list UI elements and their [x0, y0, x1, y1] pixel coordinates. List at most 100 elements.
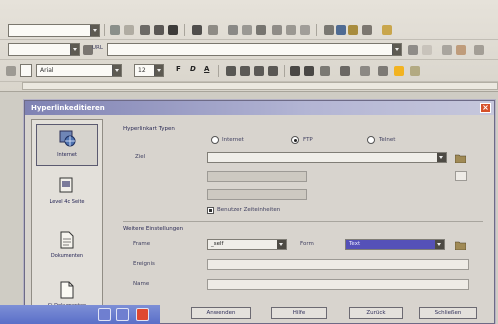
ruler[interactable]	[22, 82, 498, 90]
back-button[interactable]: Zurück	[349, 307, 403, 319]
floppy-icon[interactable]	[168, 25, 178, 35]
chevron-down-icon[interactable]	[277, 240, 286, 249]
new-document-icon	[60, 281, 74, 299]
apply-button[interactable]: Anwenden	[191, 307, 251, 319]
chevron-down-icon[interactable]	[392, 44, 401, 55]
folder-icon[interactable]	[382, 25, 392, 35]
further-settings-group-title: Weitere Einstellungen	[123, 226, 184, 232]
url-combo[interactable]	[107, 43, 402, 56]
print-icon[interactable]	[192, 25, 202, 35]
sidebar-item-label: Dokumenten	[50, 253, 84, 259]
background-color-icon[interactable]	[410, 66, 420, 76]
dialog-title: Hyperlinkeditieren	[31, 104, 105, 112]
numbering-icon[interactable]	[290, 66, 300, 76]
radio-ftp[interactable]	[291, 136, 299, 144]
pencil-icon[interactable]	[442, 45, 452, 55]
events-icon[interactable]	[455, 240, 466, 250]
chevron-down-icon[interactable]	[90, 25, 99, 36]
document-icon	[60, 231, 74, 249]
styles-icon[interactable]	[6, 66, 16, 76]
italic-button[interactable]: D	[190, 65, 196, 73]
outdent-icon[interactable]	[340, 66, 350, 76]
radio-telnet[interactable]	[367, 136, 375, 144]
minimize-icon[interactable]	[98, 308, 111, 321]
draw-icon[interactable]	[362, 25, 372, 35]
sidebar-item-label: Level 4c Seite	[49, 199, 85, 205]
refresh-icon[interactable]	[408, 45, 418, 55]
chevron-down-icon[interactable]	[435, 240, 444, 249]
chevron-down-icon[interactable]	[437, 153, 446, 162]
side-button[interactable]	[455, 171, 467, 181]
category-sidebar: Internet Level 4c Seite Dokumenten Ci Do…	[31, 119, 103, 324]
insert-object-icon[interactable]	[336, 25, 346, 35]
maximize-icon[interactable]	[116, 308, 129, 321]
chart-icon[interactable]	[348, 25, 358, 35]
underline-button[interactable]: A	[204, 65, 209, 73]
chevron-down-icon[interactable]	[154, 65, 163, 76]
hyperlink-dialog: Hyperlinkeditieren × Internet Level 4c S…	[24, 100, 495, 324]
stop-icon[interactable]	[422, 45, 432, 55]
sidebar-item-mail[interactable]: Level 4c Seite	[36, 172, 98, 214]
frame-label: Frame	[133, 241, 151, 247]
undo-icon[interactable]	[286, 25, 296, 35]
text-color-icon[interactable]	[378, 66, 388, 76]
cut-icon[interactable]	[228, 25, 238, 35]
name-label: Name	[133, 281, 150, 287]
copy-icon[interactable]	[242, 25, 252, 35]
align-right-icon[interactable]	[254, 66, 264, 76]
font-color-icon[interactable]	[360, 66, 370, 76]
hyperlink-toolbar: URL	[0, 40, 498, 60]
help-button[interactable]: Hilfe	[271, 307, 327, 319]
justify-icon[interactable]	[268, 66, 278, 76]
highlight-icon[interactable]	[394, 66, 404, 76]
bold-button[interactable]: F	[176, 65, 181, 73]
folder-open-icon[interactable]	[455, 153, 466, 163]
bullets-icon[interactable]	[304, 66, 314, 76]
frame-value: _self	[211, 241, 224, 247]
radio-internet[interactable]	[211, 136, 219, 144]
style-combo[interactable]	[20, 64, 32, 77]
globe-icon[interactable]	[474, 45, 484, 55]
paragraph-style-combo[interactable]	[8, 24, 100, 37]
sidebar-item-internet[interactable]: Internet	[36, 124, 98, 166]
form-label: Form	[300, 241, 314, 247]
edit-icon[interactable]	[110, 25, 120, 35]
close-window-icon[interactable]	[136, 308, 149, 321]
name-field[interactable]	[207, 279, 469, 290]
frame-combo[interactable]: _self	[207, 239, 287, 250]
indent-icon[interactable]	[320, 66, 330, 76]
standard-toolbar	[0, 20, 498, 40]
chevron-down-icon[interactable]	[70, 44, 79, 55]
open-icon[interactable]	[140, 25, 150, 35]
chevron-down-icon[interactable]	[112, 65, 121, 76]
table-icon[interactable]	[324, 25, 334, 35]
password-field[interactable]	[207, 189, 307, 200]
font-name-combo[interactable]: Arial	[36, 64, 122, 77]
hyperlink-type-group-title: Hyperlinkart Typen	[123, 126, 175, 132]
save-icon[interactable]	[154, 25, 164, 35]
url-label: URL	[92, 45, 103, 51]
format-paint-icon[interactable]	[272, 25, 282, 35]
mail-icon	[59, 177, 73, 193]
close-icon[interactable]: ×	[480, 103, 491, 113]
bookmark-icon[interactable]	[456, 45, 466, 55]
sidebar-item-document[interactable]: Dokumenten	[36, 226, 98, 268]
login-field[interactable]	[207, 171, 307, 182]
dialog-titlebar[interactable]: Hyperlinkeditieren ×	[25, 101, 494, 115]
font-size-combo[interactable]: 12	[134, 64, 164, 77]
globe-icon	[59, 130, 76, 147]
align-left-icon[interactable]	[226, 66, 236, 76]
align-center-icon[interactable]	[240, 66, 250, 76]
close-button[interactable]: Schließen	[419, 307, 477, 319]
target-combo[interactable]	[8, 43, 80, 56]
formatting-toolbar: Arial 12 F D A	[0, 62, 498, 82]
anonymous-checkbox[interactable]	[207, 207, 214, 214]
events-label: Ereignis	[133, 261, 155, 267]
paste-icon[interactable]	[256, 25, 266, 35]
arrow-icon[interactable]	[124, 25, 134, 35]
form-combo[interactable]: Text	[345, 239, 445, 250]
preview-icon[interactable]	[208, 25, 218, 35]
redo-icon[interactable]	[300, 25, 310, 35]
url-field[interactable]	[207, 152, 447, 163]
events-field[interactable]	[207, 259, 469, 270]
